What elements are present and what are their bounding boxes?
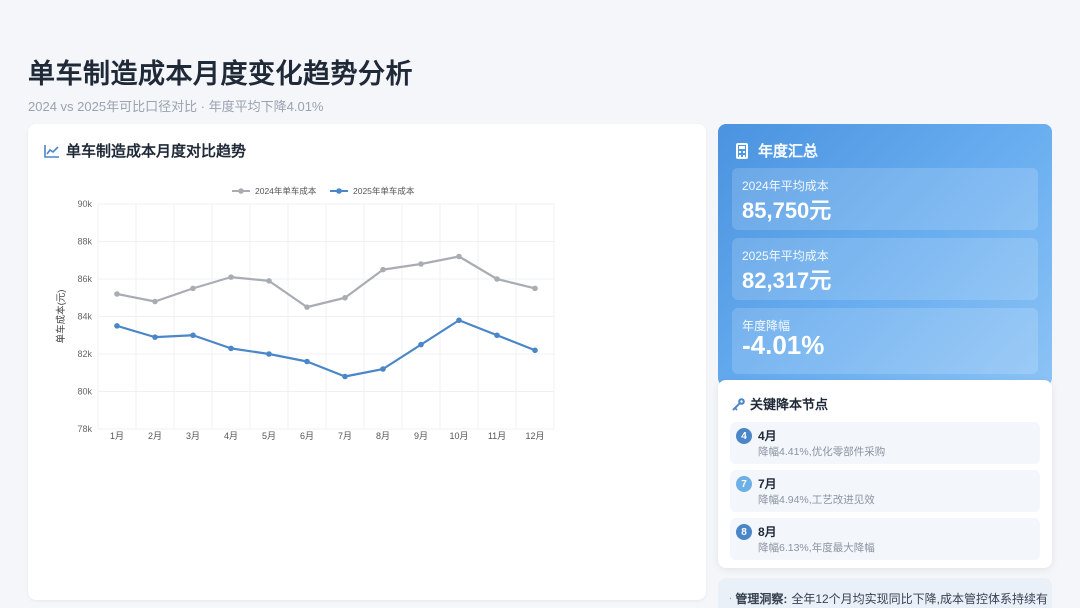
- data-point: [266, 351, 272, 357]
- data-point: [228, 274, 234, 280]
- node-badge: 8: [736, 524, 752, 540]
- annual-decline-value: -4.01%: [742, 330, 825, 360]
- node-month: 4月: [758, 429, 777, 443]
- summary-title: 年度汇总: [758, 143, 819, 160]
- data-point: [380, 266, 386, 273]
- management-insight-card: 管理洞察: 全年12个月均实现同比下降,成本管控体系持续有: [718, 578, 1052, 608]
- x-tick-label: 3月: [186, 431, 200, 441]
- legend-swatch-marker: [336, 188, 342, 194]
- data-point: [152, 334, 158, 340]
- x-tick-label: 7月: [338, 431, 352, 441]
- y-tick-label: 90k: [77, 199, 92, 209]
- node-badge: 4: [736, 428, 752, 444]
- chart-card: 90k 88k 86k 84k 82k 80k 78k 1月 2月 3月 4月 5月 6月 7月 8月 9月 1…: [28, 124, 706, 600]
- calculator-icon: [736, 142, 748, 159]
- x-tick-label: 9月: [414, 431, 428, 441]
- data-point: [342, 373, 348, 380]
- data-point: [456, 253, 462, 260]
- node-description: 降幅4.41%,优化零部件采购: [758, 446, 886, 458]
- avg-2025-stat: 2025年平均成本 82,317元: [732, 238, 1038, 300]
- data-point: [228, 345, 234, 352]
- data-point: [532, 285, 538, 292]
- data-point: [266, 278, 272, 284]
- data-point: [304, 358, 310, 365]
- data-point: [494, 332, 500, 339]
- avg-2024-stat: 2024年平均成本 85,750元: [732, 168, 1038, 230]
- x-tick-label: 1月: [110, 431, 124, 441]
- data-point: [114, 291, 120, 297]
- data-point: [380, 366, 386, 372]
- y-axis-label: 单车成本(元): [55, 290, 67, 344]
- key-node-item: 7 7月 降幅4.94%,工艺改进见效: [730, 470, 1040, 512]
- line-chart: 90k 88k 86k 84k 82k 80k 78k 1月 2月 3月 4月 5月 6月 7月 8月 9月 1…: [55, 186, 555, 441]
- lightbulb-icon: [730, 597, 732, 600]
- insight-label: 管理洞察:: [735, 592, 788, 606]
- y-tick-label: 82k: [77, 349, 92, 359]
- y-tick-label: 80k: [77, 387, 92, 397]
- y-tick-label: 86k: [77, 274, 92, 284]
- data-point: [418, 341, 424, 348]
- x-tick-label: 8月: [376, 431, 390, 441]
- key-icon: [732, 397, 745, 410]
- key-nodes-card: 关键降本节点 4 4月 降幅4.41%,优化零部件采购 7 7月 降幅4.94%…: [718, 380, 1052, 568]
- legend-label: 2025年单车成本: [353, 186, 415, 196]
- insight-text: 全年12个月均实现同比下降,成本管控体系持续有: [791, 592, 1048, 606]
- node-badge: 7: [736, 476, 752, 492]
- x-tick-label: 11月: [488, 431, 506, 441]
- key-nodes-header: 关键降本节点: [732, 394, 828, 413]
- key-node-item: 4 4月 降幅4.41%,优化零部件采购: [730, 422, 1040, 464]
- x-tick-label: 4月: [224, 431, 238, 441]
- data-point: [152, 298, 158, 305]
- data-point: [190, 285, 196, 292]
- node-month: 8月: [758, 525, 777, 539]
- summary-header: 年度汇总: [736, 140, 818, 161]
- page-subtitle: 2024 vs 2025年可比口径对比 · 年度平均下降4.01%: [28, 99, 324, 114]
- insight-row: 管理洞察: 全年12个月均实现同比下降,成本管控体系持续有: [730, 590, 1048, 607]
- chart-card-title: 单车制造成本月度对比趋势: [66, 143, 247, 160]
- page-title: 单车制造成本月度变化趋势分析: [28, 59, 413, 89]
- avg-2024-value: 85,750元: [742, 198, 832, 223]
- data-point: [456, 317, 462, 324]
- y-tick-label: 88k: [77, 237, 92, 247]
- annual-decline-stat: 年度降幅 -4.01%: [732, 308, 1038, 374]
- avg-2025-label: 2025年平均成本: [742, 249, 829, 263]
- y-tick-label: 84k: [77, 312, 92, 322]
- x-tick-label: 6月: [300, 431, 314, 441]
- data-point: [304, 304, 310, 310]
- legend-label: 2024年单车成本: [255, 186, 317, 196]
- data-point: [114, 323, 120, 329]
- y-tick-label: 78k: [77, 424, 92, 434]
- annual-summary-card: 年度汇总 2024年平均成本 85,750元 2025年平均成本 82,317元…: [718, 124, 1052, 386]
- data-point: [190, 332, 196, 339]
- key-nodes-title: 关键降本节点: [750, 397, 829, 412]
- node-description: 降幅4.94%,工艺改进见效: [758, 494, 875, 506]
- data-point: [418, 261, 424, 267]
- data-point: [494, 276, 500, 282]
- line-chart-icon: [44, 144, 59, 158]
- x-tick-label: 5月: [262, 431, 276, 441]
- data-point: [342, 294, 348, 301]
- avg-2024-label: 2024年平均成本: [742, 179, 829, 193]
- avg-2025-value: 82,317元: [742, 268, 832, 293]
- node-month: 7月: [758, 477, 777, 491]
- key-node-item: 8 8月 降幅6.13%,年度最大降幅: [730, 518, 1040, 560]
- legend-swatch-marker: [238, 188, 244, 194]
- node-description: 降幅6.13%,年度最大降幅: [758, 542, 875, 554]
- data-point: [532, 347, 538, 354]
- x-tick-label: 2月: [148, 431, 162, 441]
- chart-card-header: 单车制造成本月度对比趋势: [44, 140, 246, 161]
- x-tick-label: 12月: [525, 431, 544, 441]
- x-tick-label: 10月: [449, 431, 468, 441]
